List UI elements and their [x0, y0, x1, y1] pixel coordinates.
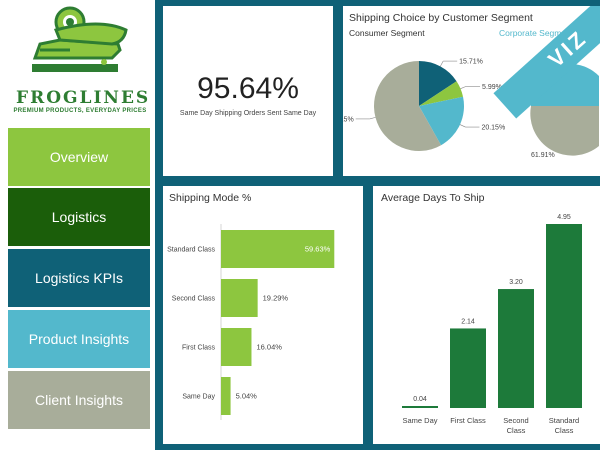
nav-product-insights[interactable]: Product Insights — [8, 310, 150, 368]
category-label: Second Class — [172, 296, 216, 303]
category-label: Standard Class — [167, 247, 215, 254]
consumer-pie — [374, 61, 464, 152]
bar — [498, 289, 534, 408]
value-label: 59.63% — [305, 245, 331, 254]
nav-label: Overview — [49, 149, 109, 165]
shipping-mode-chart: Standard Class 59.63% Second Class 19.29% Fi… — [167, 224, 335, 420]
brand-logo: FROGLINES PREMIUM PRODUCTS, EVERYDAY PRI… — [0, 0, 158, 122]
nav-overview[interactable]: Overview — [8, 128, 150, 186]
value-label: 0.04 — [413, 396, 427, 403]
avg-days-chart: 0.04Same Day2.14First Class3.20SecondCla… — [402, 214, 582, 435]
pie-data-label: 20.15% — [481, 125, 505, 132]
value-label: 4.95 — [557, 214, 571, 221]
bar — [221, 328, 252, 366]
dashboard-area: 95.64% Same Day Shipping Orders Sent Sam… — [155, 0, 600, 450]
nav-logistics[interactable]: Logistics — [8, 188, 150, 246]
bar — [546, 224, 582, 408]
nav-label: Product Insights — [28, 331, 130, 347]
nav-label: Logistics — [51, 209, 107, 225]
nav-label: Client Insights — [35, 392, 123, 408]
nav-label: Logistics KPIs — [35, 270, 123, 286]
bar — [221, 279, 258, 317]
value-label: 2.14 — [461, 318, 475, 325]
shipping-mode-card: Shipping Mode % Standard Class 59.63% Seco… — [163, 186, 363, 444]
kpi-value: 95.64% — [197, 72, 299, 105]
category-label: First Class — [182, 345, 216, 352]
category-label: Second — [503, 416, 528, 425]
category-label: Standard — [549, 416, 579, 425]
value-label: 16.04% — [256, 343, 282, 352]
shipping-choice-card: Shipping Choice by Customer Segment Cons… — [343, 6, 600, 176]
bar — [402, 406, 438, 408]
bar — [221, 377, 231, 415]
value-label: 19.29% — [263, 294, 289, 303]
value-label: 3.20 — [509, 279, 523, 286]
bar — [450, 328, 486, 408]
pie-data-label: 58.15% — [343, 116, 354, 123]
nav-logistics-kpis[interactable]: Logistics KPIs — [8, 249, 150, 307]
category-label: Same Day — [182, 394, 215, 401]
frog-stapler-icon — [32, 6, 128, 72]
category-label: Class — [555, 426, 574, 435]
corporate-pie-label: 61.91% — [531, 152, 555, 159]
brand-name: FROGLINES — [16, 88, 151, 108]
pie-data-label: 15.71% — [459, 59, 483, 66]
brand-tagline: PREMIUM PRODUCTS, EVERYDAY PRICES — [13, 108, 147, 114]
value-label: 5.04% — [236, 392, 258, 401]
kpi-card: 95.64% Same Day Shipping Orders Sent Sam… — [163, 6, 333, 176]
category-label: Class — [507, 426, 526, 435]
nav-client-insights[interactable]: Client Insights — [8, 371, 150, 429]
category-label: Same Day — [402, 416, 437, 425]
avg-days-card: Average Days To Ship 0.04 Same Day 2.14 Fir… — [373, 186, 600, 444]
category-label: First Class — [450, 416, 486, 425]
kpi-label: Same Day Shipping Orders Sent Same Day — [179, 110, 317, 117]
